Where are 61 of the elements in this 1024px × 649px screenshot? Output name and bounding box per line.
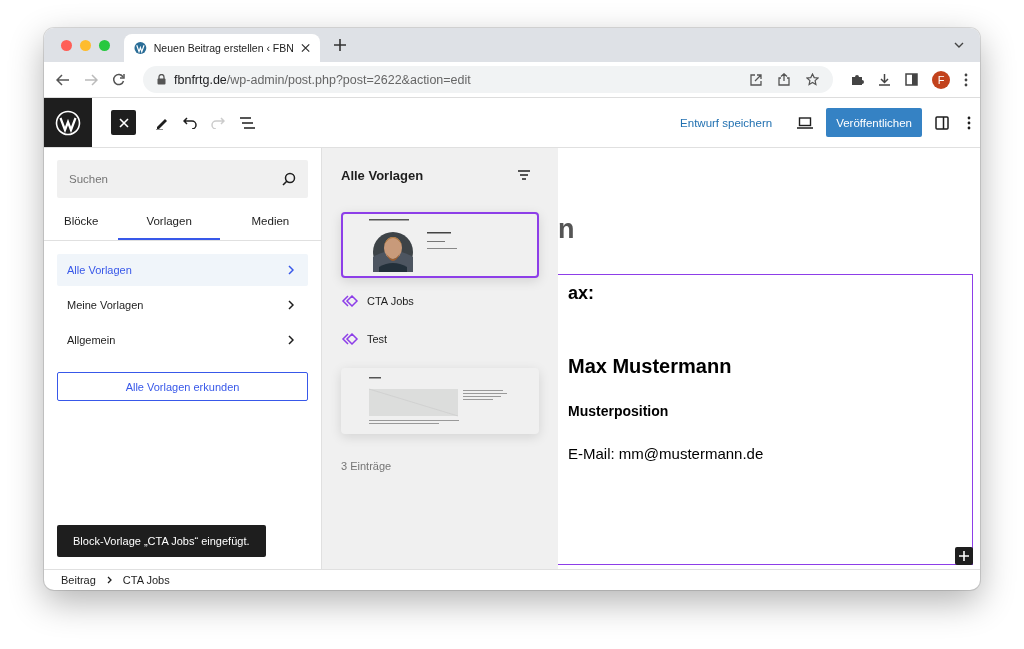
pattern-item[interactable]: CTA Jobs [341, 282, 539, 320]
url-text: fbnfrtg.de/wp-admin/post.php?post=2622&action=edit [174, 72, 471, 87]
explore-button[interactable]: Alle Vorlagen erkunden [57, 372, 308, 401]
undo-icon[interactable] [183, 116, 197, 129]
address-field[interactable]: fbnfrtg.de/wp-admin/post.php?post=2622&action=edit [143, 66, 833, 93]
lock-icon [157, 74, 166, 85]
breadcrumb-link[interactable]: CTA Jobs [119, 574, 173, 586]
person-position: Musterposition [568, 403, 670, 419]
pattern-icon [341, 295, 359, 307]
search-field[interactable]: Suchen [57, 160, 308, 198]
list-view-icon[interactable] [239, 116, 255, 129]
more-icon[interactable] [964, 72, 968, 87]
email-text: E-Mail: mm@mustermann.de [568, 445, 765, 462]
puzzle-icon[interactable] [851, 73, 864, 86]
category-item[interactable]: Allgemein [57, 324, 308, 356]
download-icon[interactable] [878, 73, 891, 86]
chevron-right-icon [288, 300, 294, 310]
category-item[interactable]: Alle Vorlagen [57, 254, 308, 286]
block-heading: ax: [568, 283, 595, 304]
reload-icon[interactable] [112, 73, 125, 86]
entries-count: 3 Einträge [341, 460, 393, 472]
close-button[interactable] [111, 110, 136, 135]
wordpress-icon [55, 109, 81, 136]
chevron-right-icon [106, 576, 112, 584]
pattern-preview[interactable] [341, 212, 539, 278]
new-tab-icon[interactable] [334, 39, 346, 51]
back-icon[interactable] [56, 73, 70, 86]
close-icon [118, 117, 129, 128]
person-name: Max Mustermann [568, 355, 733, 378]
wordpress-icon [134, 41, 147, 55]
close-icon[interactable] [300, 43, 310, 53]
post-heading: n [558, 214, 576, 246]
tab-title: Neuen Beitrag erstellen ‹ FBN [153, 42, 294, 54]
side-panel-icon[interactable] [905, 73, 918, 86]
publish-button[interactable]: Veröffentlichen [826, 108, 922, 137]
add-block-button[interactable] [955, 547, 973, 565]
settings-panel-icon[interactable] [935, 115, 949, 130]
snackbar-notice: Block-Vorlage „CTA Jobs“ eingefügt. [57, 525, 266, 557]
breadcrumb-link[interactable]: Beitrag [58, 574, 99, 586]
save-draft-button[interactable]: Entwurf speichern [676, 110, 777, 135]
browser-tab[interactable]: Neuen Beitrag erstellen ‹ FBN [124, 34, 320, 62]
search-icon[interactable] [282, 172, 296, 186]
pattern-item[interactable]: Test [341, 320, 539, 358]
site-logo-button[interactable] [44, 98, 92, 147]
more-icon[interactable] [967, 115, 971, 130]
chevron-right-icon [288, 335, 294, 345]
chevron-right-icon [288, 265, 294, 275]
filter-icon[interactable] [518, 170, 530, 180]
star-icon[interactable] [806, 73, 819, 86]
category-item[interactable]: Meine Vorlagen [57, 289, 308, 321]
panel-tab[interactable]: Vorlagen [118, 204, 220, 240]
plus-icon [959, 551, 969, 561]
profile-avatar[interactable]: F [932, 70, 950, 89]
panel-title: Alle Vorlagen [341, 167, 424, 183]
pattern-icon [341, 333, 359, 345]
share-icon[interactable] [778, 73, 790, 86]
chevron-down-icon[interactable] [954, 42, 964, 48]
panel-tab[interactable]: Blöcke [44, 204, 119, 240]
external-link-icon[interactable] [750, 73, 762, 86]
laptop-icon[interactable] [797, 116, 814, 129]
panel-tab[interactable]: Medien [219, 204, 321, 240]
